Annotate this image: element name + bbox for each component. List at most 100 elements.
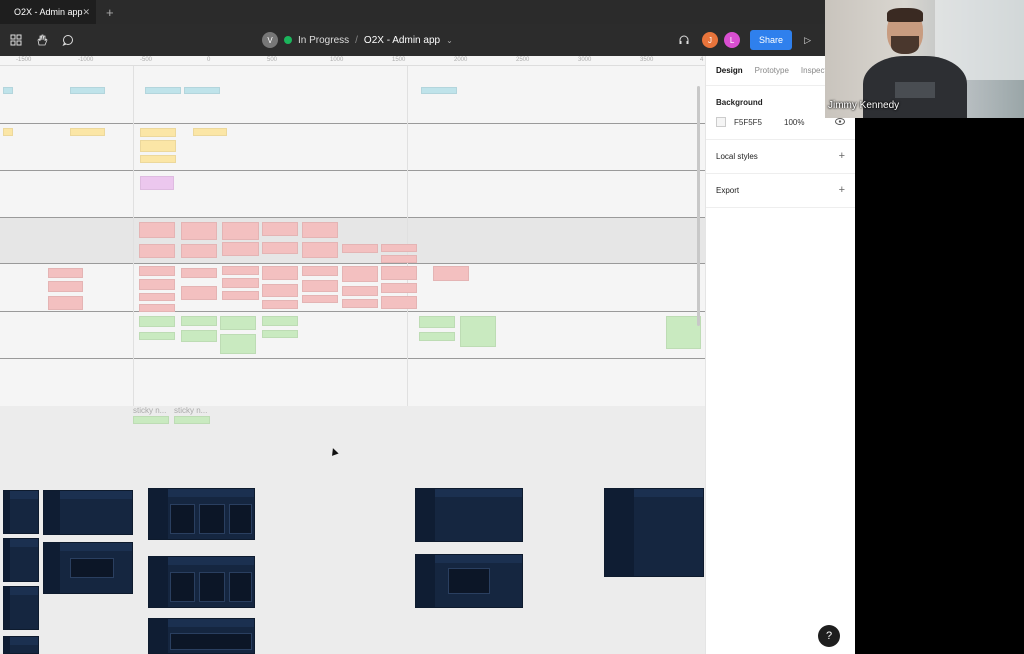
add-style-plus-icon[interactable]: + [839,150,845,162]
headphones-icon[interactable] [672,28,696,52]
screen-frame[interactable] [3,636,39,654]
screen-frame[interactable] [148,488,255,540]
sticky-note[interactable] [342,299,378,308]
sticky-note[interactable] [381,283,417,293]
sticky-note[interactable] [302,222,338,238]
sticky-note[interactable] [181,244,217,258]
sticky-note[interactable] [3,128,13,136]
sticky-note[interactable] [302,242,338,258]
canvas-scrollbar[interactable] [697,86,700,326]
sticky-note[interactable] [666,316,701,349]
sticky-note[interactable] [342,266,378,282]
sticky-note[interactable] [140,128,176,137]
add-export-plus-icon[interactable]: + [839,184,845,196]
sticky-note[interactable] [342,244,378,253]
eye-icon[interactable] [835,117,845,127]
sticky-note[interactable] [302,295,338,303]
collaborator-avatar[interactable]: L [724,32,741,48]
user-flow-board[interactable] [0,66,705,406]
screen-frame[interactable] [43,490,133,535]
sticky-note[interactable] [419,332,455,341]
sticky-note[interactable] [48,296,83,310]
screen-frame[interactable] [415,488,523,542]
sticky-note[interactable] [181,316,217,326]
sticky-note[interactable] [70,87,105,94]
tab-inspect[interactable]: Inspect [801,66,827,75]
new-tab-button[interactable]: + [106,5,114,20]
sticky-note[interactable] [139,222,175,238]
file-title[interactable]: O2X - Admin app [364,35,440,46]
sticky-note[interactable] [184,87,220,94]
sticky-note[interactable] [262,266,298,280]
sticky-note[interactable] [133,416,169,424]
status-label[interactable]: In Progress [298,35,349,46]
screen-frame[interactable] [3,490,39,534]
sticky-note[interactable] [145,87,181,94]
sticky-note[interactable] [139,279,175,290]
tab-design[interactable]: Design [716,66,743,75]
sticky-note[interactable] [302,280,338,292]
sticky-note[interactable] [48,281,83,292]
sticky-note[interactable] [140,155,176,163]
sticky-note[interactable] [181,330,217,342]
sticky-note[interactable] [222,222,259,240]
sticky-note[interactable] [302,266,338,276]
user-avatar[interactable]: V [262,32,278,48]
screen-frame[interactable] [415,554,523,608]
sticky-note[interactable] [3,87,13,94]
sticky-note[interactable] [262,300,298,309]
sticky-note[interactable] [222,278,259,288]
sticky-note[interactable] [139,293,175,301]
sticky-note[interactable] [140,140,176,152]
screen-frame[interactable] [148,618,255,654]
screen-frame[interactable] [604,488,704,577]
sticky-note[interactable] [262,316,298,326]
background-opacity-input[interactable]: 100% [784,118,804,127]
design-canvas[interactable]: -1500 -1000 -500 0 500 1000 1500 2000 2500 3000 35… [0,56,705,654]
browser-tab[interactable]: O2X - Admin app ✕ [0,0,96,24]
sticky-note[interactable] [381,296,417,309]
help-button[interactable]: ? [818,625,840,647]
sticky-note[interactable] [222,266,259,275]
sticky-note[interactable] [139,304,175,312]
sticky-note[interactable] [193,128,227,136]
grid-icon[interactable] [4,28,28,52]
sticky-note[interactable] [181,222,217,240]
sticky-note[interactable] [139,332,175,340]
background-swatch[interactable] [716,117,726,127]
background-hex-input[interactable]: F5F5F5 [734,118,762,127]
sticky-note[interactable] [381,244,417,252]
screen-frame[interactable] [148,556,255,608]
sticky-note[interactable] [139,316,175,327]
sticky-note[interactable] [220,316,256,330]
sticky-note[interactable] [181,286,217,300]
sticky-note[interactable] [342,286,378,296]
sticky-note[interactable] [174,416,210,424]
screen-frame[interactable] [3,538,39,582]
share-button[interactable]: Share [750,30,793,50]
screen-frame[interactable] [43,542,133,594]
sticky-note[interactable] [48,268,83,278]
sticky-note[interactable] [139,266,175,276]
sticky-note[interactable] [262,222,298,236]
screen-frame[interactable] [3,586,39,630]
sticky-note[interactable] [381,266,417,280]
sticky-note[interactable] [433,266,469,281]
comment-icon[interactable] [56,28,80,52]
sticky-note[interactable] [419,316,455,328]
chevron-down-icon[interactable]: ⌄ [446,36,453,45]
sticky-note[interactable] [181,268,217,278]
sticky-note[interactable] [139,244,175,258]
sticky-note[interactable] [381,255,417,263]
sticky-note[interactable] [421,87,457,94]
present-play-icon[interactable]: ▷ [804,35,811,46]
sticky-note[interactable] [262,242,298,254]
sticky-note[interactable] [262,284,298,297]
hand-icon[interactable] [30,28,54,52]
sticky-note[interactable] [222,242,259,256]
sticky-note[interactable] [460,316,496,347]
sticky-note[interactable] [262,330,298,338]
sticky-note[interactable] [70,128,105,136]
sticky-note[interactable] [220,334,256,354]
close-icon[interactable]: ✕ [83,7,91,18]
